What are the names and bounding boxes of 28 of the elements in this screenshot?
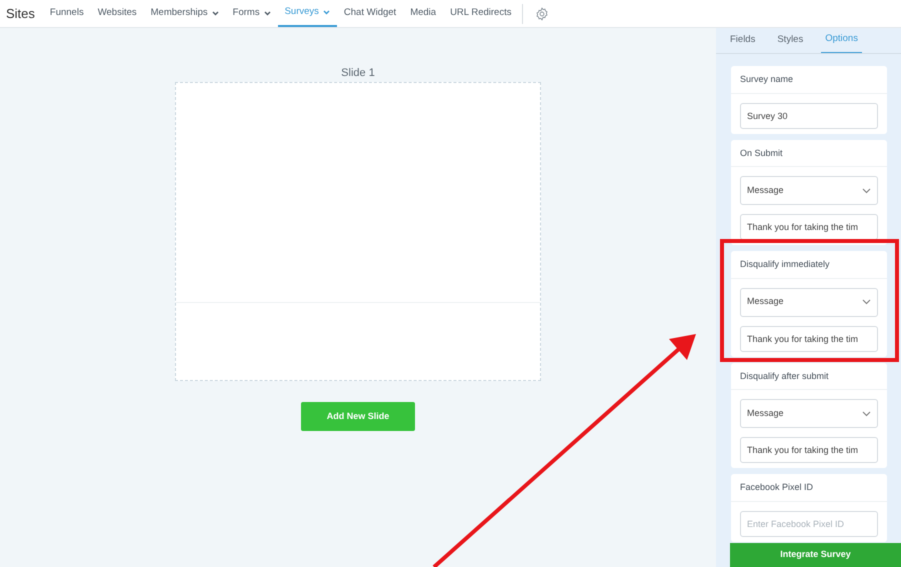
chevron-icon <box>862 299 871 305</box>
section-title: Facebook Pixel ID <box>731 474 887 502</box>
nav-tab[interactable]: Forms <box>226 0 278 27</box>
section-title: On Submit <box>731 140 887 167</box>
text-field[interactable]: Thank you for taking the tim <box>740 214 878 240</box>
nav-tab[interactable]: Chat Widget <box>336 0 404 27</box>
dropdown-field[interactable]: Message <box>740 288 878 316</box>
nav-tab[interactable]: Memberships <box>144 0 226 27</box>
section-title: Disqualify after submit <box>731 362 887 390</box>
brand-title: Sites <box>6 4 35 23</box>
dropdown-field[interactable]: Message <box>740 176 878 205</box>
section-title: Survey name <box>731 66 887 94</box>
nav-tab[interactable]: Websites <box>90 0 144 27</box>
text-field[interactable]: Survey 30 <box>740 102 878 128</box>
section-title: Disqualify immediately <box>731 251 887 278</box>
dropdown-field[interactable]: Message <box>740 399 878 428</box>
nav-tab[interactable]: URL Redirects <box>443 0 518 27</box>
nav-tab[interactable]: Funnels <box>42 0 91 27</box>
settings-icon[interactable] <box>535 6 550 20</box>
text-field[interactable]: Thank you for taking the tim <box>740 437 878 463</box>
slide-title: Slide 1 <box>340 67 376 79</box>
text-field[interactable]: Thank you for taking the tim <box>740 326 878 352</box>
panel-tab[interactable]: Styles <box>777 28 814 53</box>
chevron-icon <box>862 410 871 416</box>
nav-tab[interactable]: Media <box>403 0 444 27</box>
text-field[interactable]: Enter Facebook Pixel ID <box>740 510 878 536</box>
chevron-icon <box>862 188 871 194</box>
panel-tab[interactable]: Fields <box>730 28 766 53</box>
